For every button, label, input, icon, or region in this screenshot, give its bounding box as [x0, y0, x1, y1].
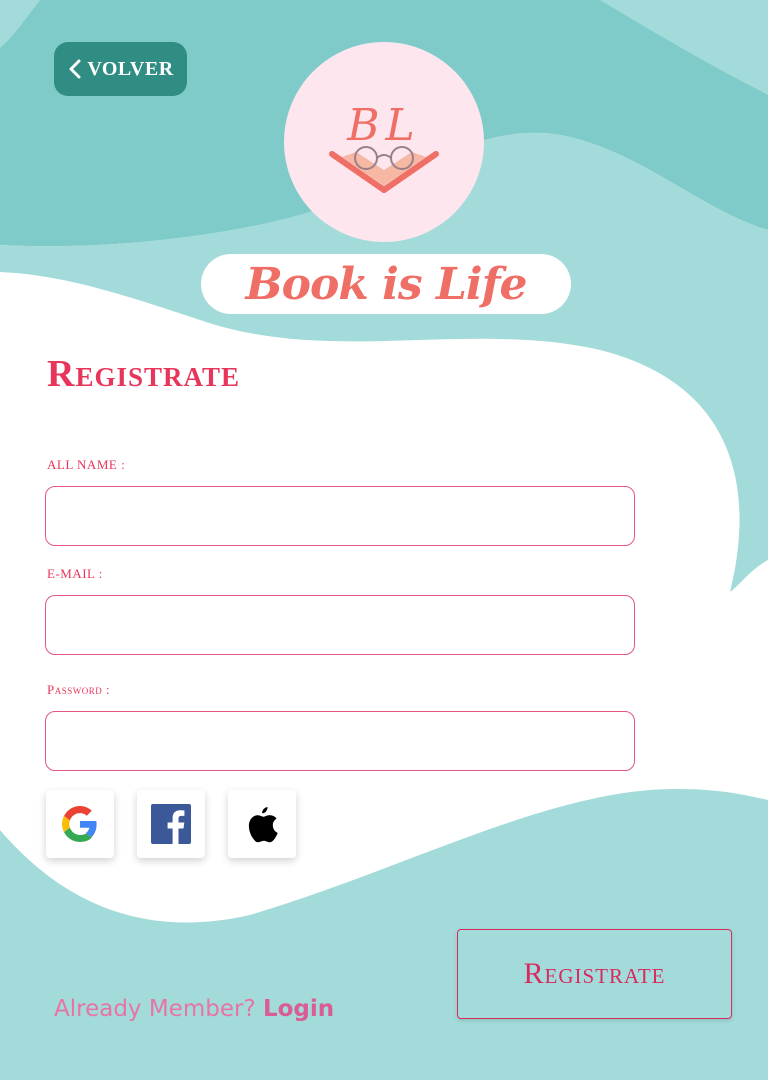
- facebook-login-button[interactable]: [137, 790, 205, 858]
- brand-name: Book is Life: [245, 258, 527, 310]
- brand-banner: Book is Life: [201, 254, 571, 314]
- page-title: Registrate: [47, 353, 240, 395]
- full-name-label: ALL NAME :: [47, 457, 126, 472]
- login-link[interactable]: Login: [263, 996, 334, 1022]
- back-button[interactable]: VOLVER: [54, 42, 187, 96]
- facebook-icon: [151, 804, 191, 844]
- chevron-left-icon: [69, 59, 81, 79]
- register-button-label: Registrate: [523, 957, 666, 990]
- full-name-input[interactable]: [45, 486, 635, 546]
- logo: BL: [284, 42, 484, 242]
- password-input[interactable]: [45, 711, 635, 771]
- email-label: E-MAIL :: [47, 566, 103, 581]
- password-label: Password :: [47, 682, 111, 697]
- member-question: Already Member?: [54, 996, 256, 1022]
- already-member-text: Already Member? Login: [54, 996, 334, 1022]
- email-input[interactable]: [45, 595, 635, 655]
- logo-monogram: BL: [346, 100, 421, 151]
- apple-login-button[interactable]: [228, 790, 296, 858]
- google-icon: [62, 806, 97, 842]
- google-login-button[interactable]: [46, 790, 114, 858]
- book-glasses-icon: [329, 146, 439, 193]
- back-button-label: VOLVER: [87, 57, 174, 80]
- apple-icon: [248, 807, 278, 843]
- register-button[interactable]: Registrate: [457, 929, 732, 1019]
